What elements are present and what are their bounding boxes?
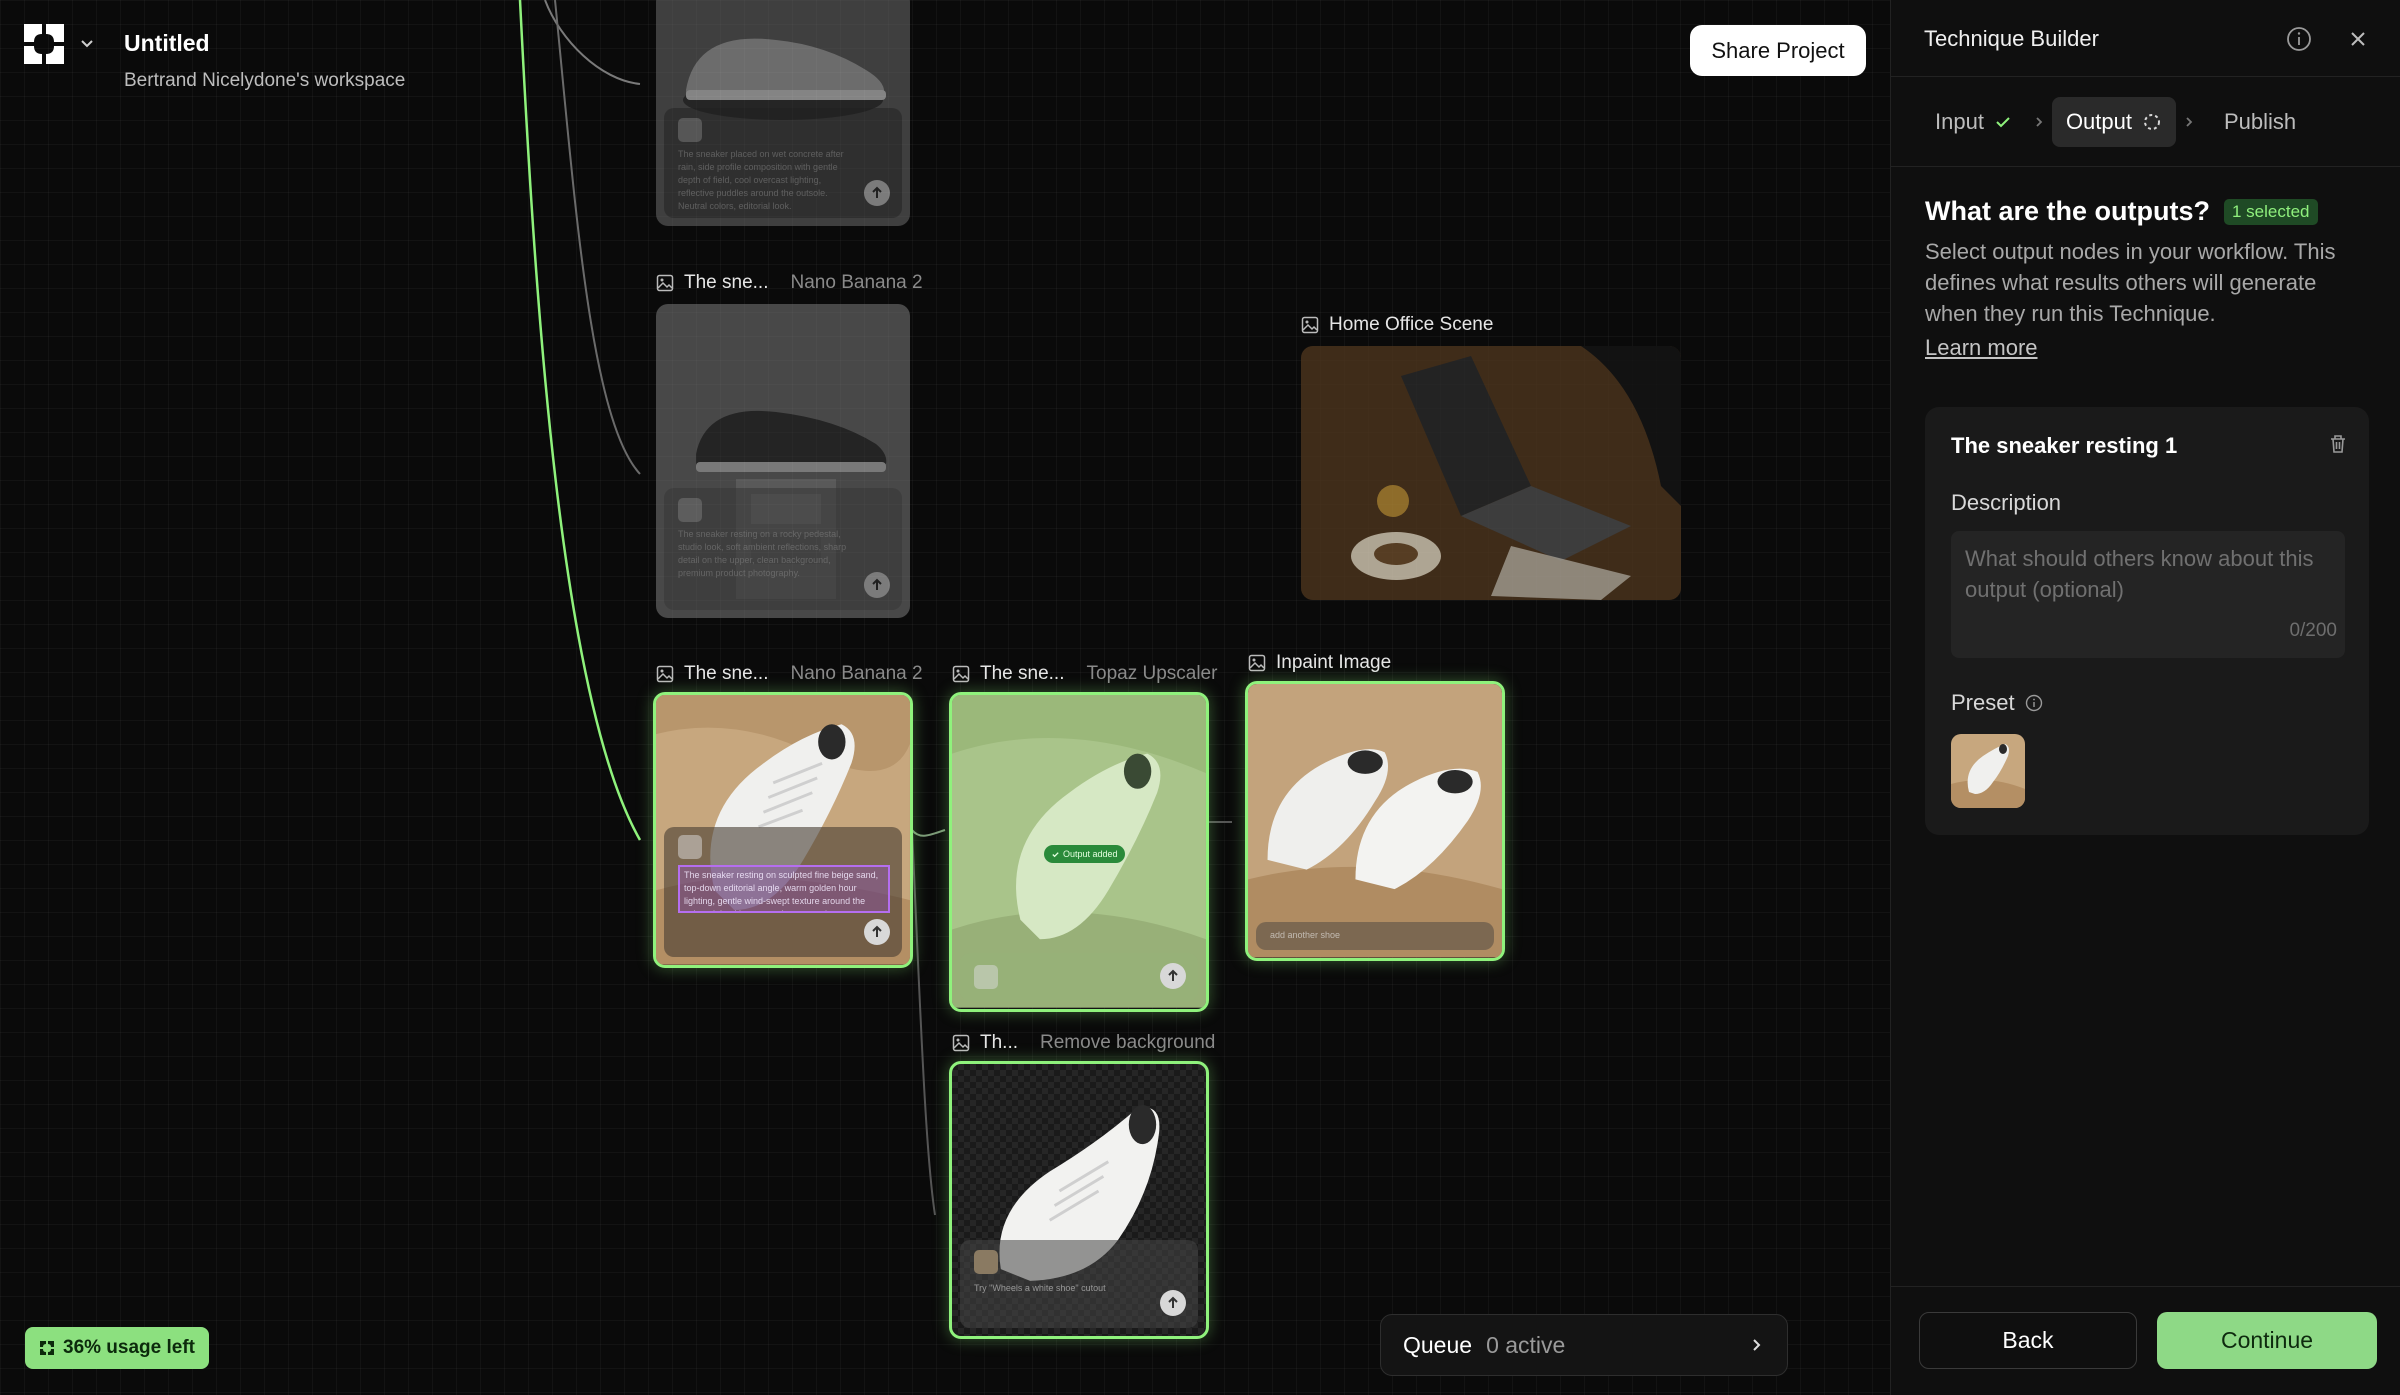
node-header[interactable]: Th... Remove background bbox=[952, 1032, 1215, 1054]
image-node-pedestal[interactable]: The sneaker resting on a rocky pedestal,… bbox=[656, 304, 910, 618]
panel-title: Technique Builder bbox=[1924, 26, 2099, 51]
chevron-right-icon bbox=[2186, 117, 2193, 127]
image-node-remove-bg[interactable]: Try "Wheels a white shoe" cutout bbox=[949, 1061, 1209, 1339]
image-node-top[interactable]: The sneaker placed on wet concrete after… bbox=[656, 0, 910, 226]
image-node-inpaint[interactable]: add another shoe bbox=[1245, 681, 1505, 961]
send-icon[interactable] bbox=[864, 919, 890, 945]
node-title: Home Office Scene bbox=[1329, 314, 1494, 335]
project-title[interactable]: Untitled bbox=[124, 30, 210, 57]
usage-indicator[interactable]: 36% usage left bbox=[25, 1327, 209, 1369]
home-office-image bbox=[1301, 346, 1681, 600]
node-header[interactable]: Home Office Scene bbox=[1301, 314, 1493, 336]
info-icon[interactable] bbox=[2025, 694, 2043, 712]
back-button[interactable]: Back bbox=[1919, 1312, 2137, 1369]
send-icon[interactable] bbox=[864, 572, 890, 598]
step-publish[interactable]: Publish bbox=[2210, 97, 2310, 147]
node-prompt-text: The sneaker placed on wet concrete after… bbox=[678, 149, 844, 211]
send-icon[interactable] bbox=[864, 180, 890, 206]
node-header[interactable]: The sne... Nano Banana 2 bbox=[656, 272, 923, 294]
node-model: Topaz Upscaler bbox=[1086, 663, 1218, 684]
send-icon[interactable] bbox=[1160, 963, 1186, 989]
node-prompt-text[interactable]: add another shoe bbox=[1270, 929, 1444, 942]
description-label: Description bbox=[1951, 490, 2062, 515]
learn-more-link[interactable]: Learn more bbox=[1925, 335, 2038, 361]
chevron-right-icon[interactable] bbox=[1747, 1336, 1765, 1354]
usage-icon bbox=[40, 1341, 54, 1355]
step-input[interactable]: Input bbox=[1921, 97, 2026, 147]
divider bbox=[1891, 1286, 2400, 1287]
node-model: Nano Banana 2 bbox=[790, 272, 923, 293]
node-prompt-text[interactable]: Try "Wheels a white shoe" cutout bbox=[974, 1282, 1148, 1295]
close-icon[interactable] bbox=[2346, 27, 2370, 51]
char-counter: 0/200 bbox=[2289, 620, 2337, 641]
selected-count-badge: 1 selected bbox=[2224, 198, 2318, 225]
image-node-home-office[interactable] bbox=[1301, 346, 1681, 600]
image-icon bbox=[952, 665, 970, 683]
node-header[interactable]: Inpaint Image bbox=[1248, 652, 1391, 674]
sneaker-thumbnail-image bbox=[1951, 734, 2025, 808]
divider bbox=[1891, 76, 2400, 77]
loading-spinner-icon bbox=[2143, 114, 2160, 130]
chevron-right-icon bbox=[2036, 117, 2043, 127]
output-name: The sneaker resting 1 bbox=[1951, 433, 2178, 458]
queue-status: 0 active bbox=[1486, 1331, 1566, 1358]
queue-bar[interactable]: Queue 0 active bbox=[1380, 1314, 1788, 1376]
continue-button[interactable]: Continue bbox=[2157, 1312, 2377, 1369]
node-title: The sne... bbox=[980, 663, 1065, 684]
node-title: The sne... bbox=[684, 272, 769, 293]
heading-text: What are the outputs? bbox=[1925, 196, 2210, 226]
node-title: Inpaint Image bbox=[1276, 652, 1392, 673]
check-icon bbox=[1996, 117, 2010, 128]
image-node-upscaler[interactable]: Output added bbox=[949, 692, 1209, 1012]
app-logo-icon[interactable] bbox=[22, 22, 66, 66]
image-node-sand-selected[interactable]: The sneaker resting on sculpted fine bei… bbox=[653, 692, 913, 968]
image-icon bbox=[1301, 316, 1319, 334]
usage-label: 36% usage left bbox=[63, 1337, 195, 1358]
image-icon bbox=[1248, 654, 1266, 672]
chevron-down-icon[interactable] bbox=[78, 34, 96, 52]
sneakers-image bbox=[1248, 684, 1502, 958]
node-prompt-text[interactable]: The sneaker resting on sculpted fine bei… bbox=[678, 865, 890, 913]
image-icon bbox=[656, 274, 674, 292]
node-title: The sne... bbox=[684, 663, 769, 684]
step-output[interactable]: Output bbox=[2051, 97, 2176, 147]
node-model: Remove background bbox=[1040, 1032, 1216, 1053]
workspace-name: Bertrand Nicelydone's workspace bbox=[124, 70, 406, 91]
preset-label-row: Preset bbox=[1951, 690, 2043, 716]
connection-wires bbox=[518, 0, 1232, 1216]
image-icon bbox=[656, 665, 674, 683]
node-header[interactable]: The sne... Nano Banana 2 bbox=[656, 663, 923, 685]
node-title: Th... bbox=[980, 1032, 1019, 1053]
preset-thumbnail[interactable] bbox=[1951, 734, 2025, 808]
share-project-button[interactable]: Share Project bbox=[1690, 25, 1866, 76]
output-added-badge: Output added bbox=[1044, 845, 1125, 863]
image-icon bbox=[952, 1034, 970, 1052]
outputs-heading: What are the outputs? 1 selected bbox=[1925, 196, 2318, 227]
node-header[interactable]: The sne... Topaz Upscaler bbox=[952, 663, 1217, 685]
queue-title: Queue bbox=[1403, 1331, 1473, 1358]
trash-icon[interactable] bbox=[2327, 433, 2349, 455]
output-card: The sneaker resting 1 Description 0/200 … bbox=[1925, 407, 2369, 835]
outputs-description: Select output nodes in your workflow. Th… bbox=[1925, 239, 2336, 326]
node-prompt-text: The sneaker resting on a rocky pedestal,… bbox=[678, 529, 847, 578]
send-icon[interactable] bbox=[1160, 1290, 1186, 1316]
workflow-canvas[interactable]: Untitled Bertrand Nicelydone's workspace… bbox=[0, 0, 1890, 1395]
technique-builder-panel: Technique Builder Input Output Publish W… bbox=[1890, 0, 2400, 1395]
step-tabs: Input Output Publish bbox=[1921, 97, 2310, 147]
info-icon[interactable] bbox=[2286, 26, 2312, 52]
node-model: Nano Banana 2 bbox=[790, 663, 923, 684]
divider bbox=[1891, 166, 2400, 167]
